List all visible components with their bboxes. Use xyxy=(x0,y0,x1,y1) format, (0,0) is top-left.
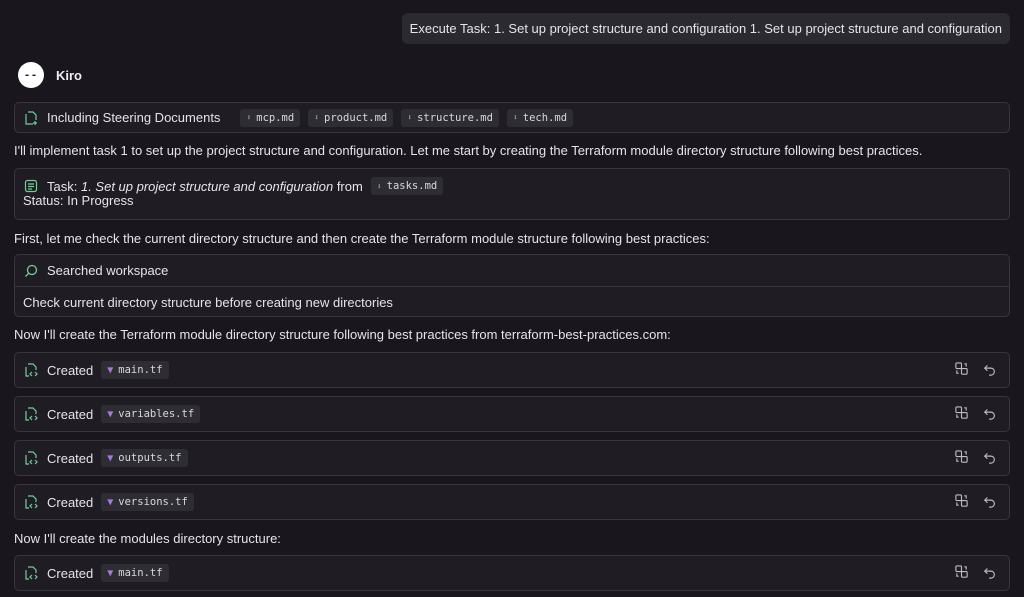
task-line: Task: 1. Set up project structure and co… xyxy=(47,179,363,194)
created-file-card: Created ▼ variables.tf xyxy=(14,396,1010,432)
steering-documents-card: Including Steering Documents ⬇ mcp.md ⬇ pr… xyxy=(14,102,1010,133)
chip-label: outputs.tf xyxy=(118,452,182,464)
markdown-icon: ⬇ xyxy=(314,113,320,122)
modules-text: Now I'll create the modules directory st… xyxy=(14,531,281,546)
chip-label: main.tf xyxy=(118,364,163,376)
search-header[interactable]: Searched workspace xyxy=(15,255,1009,286)
steering-doc-chip[interactable]: ⬇ structure.md xyxy=(401,108,499,127)
terraform-icon: ▼ xyxy=(107,408,114,420)
markdown-icon: ⬇ xyxy=(512,113,518,122)
compare-icon[interactable] xyxy=(954,564,969,582)
chip-label: product.md xyxy=(324,111,388,124)
intro-text: I'll implement task 1 to set up the proj… xyxy=(14,143,923,158)
undo-icon[interactable] xyxy=(983,362,997,379)
assistant-header: -- Kiro xyxy=(18,62,82,88)
undo-icon[interactable] xyxy=(983,494,997,511)
chip-label: versions.tf xyxy=(118,496,188,508)
steering-doc-chip[interactable]: ⬇ tech.md xyxy=(506,108,574,127)
check-text: First, let me check the current director… xyxy=(14,231,710,246)
markdown-icon: ⬇ xyxy=(246,113,252,122)
undo-icon[interactable] xyxy=(983,450,997,467)
created-label: Created xyxy=(47,565,94,581)
file-code-icon xyxy=(23,494,39,510)
chip-label: structure.md xyxy=(417,111,493,124)
search-workspace-card: Searched workspace Check current directo… xyxy=(14,254,1010,317)
search-detail: Check current directory structure before… xyxy=(23,294,393,310)
steering-doc-chip[interactable]: ⬇ mcp.md xyxy=(240,108,301,127)
task-file-chip[interactable]: ⬇ tasks.md xyxy=(370,177,444,195)
file-code-icon xyxy=(23,565,39,581)
created-file-card: Created ▼ main.tf xyxy=(14,555,1010,591)
file-chip[interactable]: ▼ versions.tf xyxy=(101,493,194,511)
terraform-icon: ▼ xyxy=(107,452,114,464)
chip-label: main.tf xyxy=(118,567,163,579)
assistant-name: Kiro xyxy=(56,67,82,83)
created-file-card: Created ▼ outputs.tf xyxy=(14,440,1010,476)
compare-icon[interactable] xyxy=(954,493,969,511)
compare-icon[interactable] xyxy=(954,449,969,467)
user-message-text: Execute Task: 1. Set up project structur… xyxy=(409,21,1002,36)
file-chip[interactable]: ▼ variables.tf xyxy=(101,405,201,423)
markdown-icon: ⬇ xyxy=(376,181,382,191)
task-list-icon xyxy=(23,178,39,194)
chip-label: variables.tf xyxy=(118,408,195,420)
file-code-icon xyxy=(23,406,39,422)
chip-label: mcp.md xyxy=(256,111,295,124)
task-name: 1. Set up project structure and configur… xyxy=(80,178,334,194)
terraform-icon: ▼ xyxy=(107,496,114,508)
markdown-icon: ⬇ xyxy=(407,113,413,122)
file-chip[interactable]: ▼ outputs.tf xyxy=(101,449,188,467)
task-card: Task: 1. Set up project structure and co… xyxy=(14,168,1010,220)
file-chip[interactable]: ▼ main.tf xyxy=(101,361,169,379)
created-label: Created xyxy=(47,494,94,510)
steering-label: Including Steering Documents xyxy=(47,110,221,125)
created-label: Created xyxy=(47,450,94,466)
created-file-card: Created ▼ versions.tf xyxy=(14,484,1010,520)
compare-icon[interactable] xyxy=(954,405,969,423)
search-label: Searched workspace xyxy=(47,263,169,278)
search-icon xyxy=(23,263,39,279)
file-chip[interactable]: ▼ main.tf xyxy=(101,564,169,582)
created-label: Created xyxy=(47,406,94,422)
file-code-icon xyxy=(23,450,39,466)
file-plus-icon xyxy=(23,110,39,126)
compare-icon[interactable] xyxy=(954,361,969,379)
terraform-icon: ▼ xyxy=(107,567,114,579)
chip-label: tech.md xyxy=(522,111,568,124)
task-from: from xyxy=(336,178,363,194)
task-status: Status: In Progress xyxy=(23,193,134,208)
undo-icon[interactable] xyxy=(983,565,997,582)
created-file-card: Created ▼ main.tf xyxy=(14,352,1010,388)
file-code-icon xyxy=(23,362,39,378)
create-text: Now I'll create the Terraform module dir… xyxy=(14,327,671,342)
terraform-icon: ▼ xyxy=(107,364,114,376)
steering-doc-chip[interactable]: ⬇ product.md xyxy=(308,108,394,127)
user-message-bubble: Execute Task: 1. Set up project structur… xyxy=(401,13,1010,44)
avatar: -- xyxy=(18,62,44,88)
undo-icon[interactable] xyxy=(983,406,997,423)
chip-label: tasks.md xyxy=(386,180,438,192)
task-prefix: Task: xyxy=(47,178,78,194)
created-label: Created xyxy=(47,362,94,378)
